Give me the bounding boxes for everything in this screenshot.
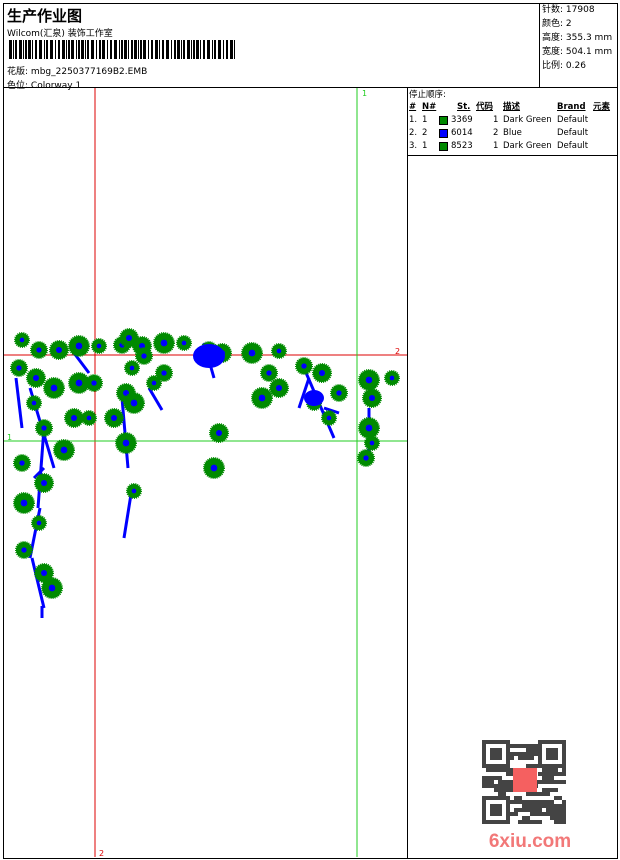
design-filename: mbg_2250377169B2.EMB [30, 67, 148, 77]
guide-label: 2 [395, 347, 400, 356]
flower-center [96, 343, 102, 349]
flower-center [129, 365, 135, 371]
divider [407, 88, 408, 858]
stat-height: 高度: 355.3 mm [542, 33, 613, 43]
flower-center [389, 375, 395, 381]
seal-icon [513, 768, 537, 792]
flower-center [75, 379, 83, 387]
flower-center [75, 342, 83, 350]
flower-center [16, 365, 22, 371]
flower-center [130, 399, 138, 407]
watermark-logo: 6xiu.com [482, 740, 571, 852]
flower-center [276, 348, 282, 354]
flower-center [60, 446, 68, 454]
flower-center [56, 347, 62, 353]
flower-center [141, 353, 147, 359]
header: 生产作业图 Wilcom(汇泉) 装饰工作室 花版: mbg_225037716… [3, 3, 538, 91]
flower-center [363, 455, 369, 461]
barcode [9, 40, 235, 59]
stat-stitches: 针数: 17908 [542, 5, 595, 15]
color-swatch [439, 142, 448, 151]
flower-center [20, 499, 28, 507]
flower-center [161, 370, 167, 376]
flower-center [71, 415, 77, 421]
color-swatch [439, 116, 448, 125]
embroidery-design-preview: 1 2 1 2 [4, 88, 407, 857]
flower-center [248, 349, 256, 357]
table-row: 1. 1 3369 1 Dark Green Default [409, 115, 589, 125]
flower-center [369, 395, 375, 401]
flower-center [48, 584, 56, 592]
guide-label: 1 [362, 89, 367, 98]
flower-center [33, 375, 39, 381]
flower-center [21, 547, 27, 553]
flower-center [91, 380, 97, 386]
table-header: # N# St. 代码 描述 Brand 元素 [409, 102, 611, 112]
flower-center [276, 385, 282, 391]
flower-center [365, 376, 373, 384]
company-name: Wilcom(汇泉) 装饰工作室 [7, 29, 113, 39]
stat-colors: 颜色: 2 [542, 19, 572, 29]
flower-center [41, 425, 47, 431]
flower-center [31, 400, 37, 406]
design-file: 花版: mbg_2250377169B2.EMB [7, 64, 147, 77]
watermark-text: 6xiu.com [489, 831, 571, 852]
flower-center [336, 390, 342, 396]
flower-center [326, 415, 332, 421]
flower-center [151, 380, 157, 386]
table-row: 3. 1 8523 1 Dark Green Default [409, 141, 589, 151]
divider [408, 155, 617, 156]
flower-center [131, 488, 137, 494]
flower-center [365, 424, 373, 432]
flower-center [86, 415, 92, 421]
flower-center [216, 430, 222, 436]
table-row: 2. 2 6014 2 Blue Default [409, 128, 589, 138]
flower-center [19, 460, 25, 466]
flower-center [19, 337, 25, 343]
stat-width: 宽度: 504.1 mm [542, 47, 613, 57]
production-worksheet: 生产作业图 Wilcom(汇泉) 装饰工作室 花版: mbg_225037716… [0, 0, 620, 860]
blue-rose-motif [193, 344, 225, 368]
blue-rose-motif [304, 390, 324, 406]
flower-center [369, 440, 375, 446]
flower-center [50, 384, 58, 392]
green-flower-motifs [10, 328, 400, 599]
flower-center [181, 340, 187, 346]
flower-center [122, 439, 130, 447]
flower-center [36, 520, 42, 526]
table-caption: 停止顺序: [409, 90, 446, 100]
flower-center [266, 370, 272, 376]
stop-sequence-table: 停止顺序: # N# St. 代码 描述 Brand 元素 1. 1 3369 1 … [409, 89, 617, 153]
flower-center [41, 570, 47, 576]
flower-center [41, 480, 47, 486]
page-title: 生产作业图 [7, 7, 83, 25]
guide-label: 1 [7, 433, 12, 442]
flower-center [36, 347, 42, 353]
blue-stems [14, 342, 371, 618]
color-swatch [439, 129, 448, 138]
stat-scale: 比例: 0.26 [542, 61, 586, 71]
flower-center [126, 335, 132, 341]
flower-center [258, 394, 266, 402]
flower-center [160, 339, 168, 347]
stats-box: 针数: 17908 颜色: 2 高度: 355.3 mm 宽度: 504.1 m… [539, 3, 618, 88]
guide-label: 2 [99, 849, 104, 857]
flower-center [319, 370, 325, 376]
design-label: 花版: [7, 67, 29, 77]
flower-center [210, 464, 218, 472]
flower-center [301, 363, 307, 369]
flower-center [111, 415, 117, 421]
